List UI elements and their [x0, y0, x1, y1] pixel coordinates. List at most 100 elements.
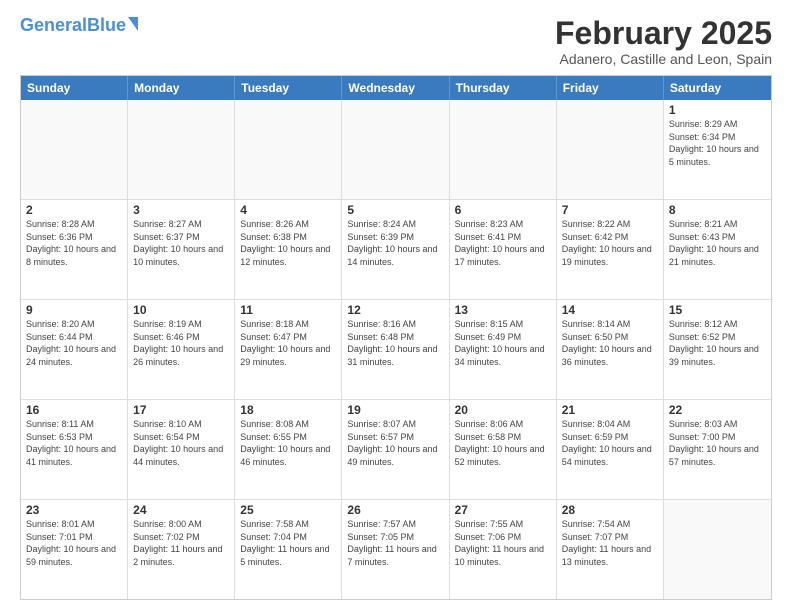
day-number: 6 — [455, 203, 551, 217]
cal-cell: 2Sunrise: 8:28 AM Sunset: 6:36 PM Daylig… — [21, 200, 128, 299]
cal-cell — [664, 500, 771, 599]
day-number: 17 — [133, 403, 229, 417]
cal-cell: 12Sunrise: 8:16 AM Sunset: 6:48 PM Dayli… — [342, 300, 449, 399]
day-number: 15 — [669, 303, 766, 317]
cal-cell: 27Sunrise: 7:55 AM Sunset: 7:06 PM Dayli… — [450, 500, 557, 599]
day-number: 20 — [455, 403, 551, 417]
day-number: 27 — [455, 503, 551, 517]
cal-cell: 24Sunrise: 8:00 AM Sunset: 7:02 PM Dayli… — [128, 500, 235, 599]
header-day-saturday: Saturday — [664, 76, 771, 100]
cal-cell: 4Sunrise: 8:26 AM Sunset: 6:38 PM Daylig… — [235, 200, 342, 299]
day-number: 23 — [26, 503, 122, 517]
cal-cell: 19Sunrise: 8:07 AM Sunset: 6:57 PM Dayli… — [342, 400, 449, 499]
day-number: 4 — [240, 203, 336, 217]
day-info: Sunrise: 8:27 AM Sunset: 6:37 PM Dayligh… — [133, 218, 229, 268]
header-day-friday: Friday — [557, 76, 664, 100]
day-info: Sunrise: 8:29 AM Sunset: 6:34 PM Dayligh… — [669, 118, 766, 168]
day-info: Sunrise: 8:26 AM Sunset: 6:38 PM Dayligh… — [240, 218, 336, 268]
calendar: SundayMondayTuesdayWednesdayThursdayFrid… — [20, 75, 772, 600]
cal-cell: 10Sunrise: 8:19 AM Sunset: 6:46 PM Dayli… — [128, 300, 235, 399]
cal-row-4: 23Sunrise: 8:01 AM Sunset: 7:01 PM Dayli… — [21, 499, 771, 599]
logo-text: GeneralBlue — [20, 16, 126, 34]
page: GeneralBlue February 2025 Adanero, Casti… — [0, 0, 792, 612]
cal-cell: 9Sunrise: 8:20 AM Sunset: 6:44 PM Daylig… — [21, 300, 128, 399]
day-number: 21 — [562, 403, 658, 417]
day-number: 16 — [26, 403, 122, 417]
day-info: Sunrise: 8:18 AM Sunset: 6:47 PM Dayligh… — [240, 318, 336, 368]
calendar-body: 1Sunrise: 8:29 AM Sunset: 6:34 PM Daylig… — [21, 100, 771, 599]
cal-cell — [21, 100, 128, 199]
cal-row-3: 16Sunrise: 8:11 AM Sunset: 6:53 PM Dayli… — [21, 399, 771, 499]
day-number: 11 — [240, 303, 336, 317]
day-number: 26 — [347, 503, 443, 517]
cal-cell — [128, 100, 235, 199]
day-number: 12 — [347, 303, 443, 317]
cal-cell: 7Sunrise: 8:22 AM Sunset: 6:42 PM Daylig… — [557, 200, 664, 299]
cal-cell — [342, 100, 449, 199]
day-info: Sunrise: 8:19 AM Sunset: 6:46 PM Dayligh… — [133, 318, 229, 368]
day-info: Sunrise: 8:12 AM Sunset: 6:52 PM Dayligh… — [669, 318, 766, 368]
cal-cell: 23Sunrise: 8:01 AM Sunset: 7:01 PM Dayli… — [21, 500, 128, 599]
day-number: 7 — [562, 203, 658, 217]
cal-cell: 11Sunrise: 8:18 AM Sunset: 6:47 PM Dayli… — [235, 300, 342, 399]
cal-cell — [450, 100, 557, 199]
cal-cell: 25Sunrise: 7:58 AM Sunset: 7:04 PM Dayli… — [235, 500, 342, 599]
day-info: Sunrise: 8:11 AM Sunset: 6:53 PM Dayligh… — [26, 418, 122, 468]
day-number: 19 — [347, 403, 443, 417]
cal-cell: 8Sunrise: 8:21 AM Sunset: 6:43 PM Daylig… — [664, 200, 771, 299]
day-info: Sunrise: 8:20 AM Sunset: 6:44 PM Dayligh… — [26, 318, 122, 368]
day-number: 2 — [26, 203, 122, 217]
day-number: 10 — [133, 303, 229, 317]
day-info: Sunrise: 8:15 AM Sunset: 6:49 PM Dayligh… — [455, 318, 551, 368]
day-number: 22 — [669, 403, 766, 417]
day-info: Sunrise: 7:55 AM Sunset: 7:06 PM Dayligh… — [455, 518, 551, 568]
day-info: Sunrise: 7:57 AM Sunset: 7:05 PM Dayligh… — [347, 518, 443, 568]
day-number: 25 — [240, 503, 336, 517]
cal-cell: 22Sunrise: 8:03 AM Sunset: 7:00 PM Dayli… — [664, 400, 771, 499]
cal-cell: 15Sunrise: 8:12 AM Sunset: 6:52 PM Dayli… — [664, 300, 771, 399]
header-day-monday: Monday — [128, 76, 235, 100]
day-info: Sunrise: 8:23 AM Sunset: 6:41 PM Dayligh… — [455, 218, 551, 268]
cal-cell: 5Sunrise: 8:24 AM Sunset: 6:39 PM Daylig… — [342, 200, 449, 299]
day-number: 14 — [562, 303, 658, 317]
day-number: 28 — [562, 503, 658, 517]
logo-general: General — [20, 15, 87, 35]
cal-cell: 1Sunrise: 8:29 AM Sunset: 6:34 PM Daylig… — [664, 100, 771, 199]
day-info: Sunrise: 8:24 AM Sunset: 6:39 PM Dayligh… — [347, 218, 443, 268]
day-info: Sunrise: 8:00 AM Sunset: 7:02 PM Dayligh… — [133, 518, 229, 568]
header-day-tuesday: Tuesday — [235, 76, 342, 100]
header: GeneralBlue February 2025 Adanero, Casti… — [20, 16, 772, 67]
day-info: Sunrise: 7:54 AM Sunset: 7:07 PM Dayligh… — [562, 518, 658, 568]
day-number: 5 — [347, 203, 443, 217]
day-info: Sunrise: 8:07 AM Sunset: 6:57 PM Dayligh… — [347, 418, 443, 468]
month-title: February 2025 — [555, 16, 772, 51]
cal-cell: 21Sunrise: 8:04 AM Sunset: 6:59 PM Dayli… — [557, 400, 664, 499]
cal-cell: 28Sunrise: 7:54 AM Sunset: 7:07 PM Dayli… — [557, 500, 664, 599]
logo-line: GeneralBlue — [20, 16, 138, 34]
calendar-header: SundayMondayTuesdayWednesdayThursdayFrid… — [21, 76, 771, 100]
day-info: Sunrise: 8:21 AM Sunset: 6:43 PM Dayligh… — [669, 218, 766, 268]
day-number: 8 — [669, 203, 766, 217]
logo-blue: Blue — [87, 15, 126, 35]
logo: GeneralBlue — [20, 16, 138, 34]
day-info: Sunrise: 8:04 AM Sunset: 6:59 PM Dayligh… — [562, 418, 658, 468]
day-number: 3 — [133, 203, 229, 217]
cal-cell: 20Sunrise: 8:06 AM Sunset: 6:58 PM Dayli… — [450, 400, 557, 499]
day-info: Sunrise: 8:03 AM Sunset: 7:00 PM Dayligh… — [669, 418, 766, 468]
day-number: 24 — [133, 503, 229, 517]
cal-cell — [557, 100, 664, 199]
day-info: Sunrise: 8:28 AM Sunset: 6:36 PM Dayligh… — [26, 218, 122, 268]
header-day-wednesday: Wednesday — [342, 76, 449, 100]
cal-cell — [235, 100, 342, 199]
cal-cell: 3Sunrise: 8:27 AM Sunset: 6:37 PM Daylig… — [128, 200, 235, 299]
cal-cell: 26Sunrise: 7:57 AM Sunset: 7:05 PM Dayli… — [342, 500, 449, 599]
cal-cell: 18Sunrise: 8:08 AM Sunset: 6:55 PM Dayli… — [235, 400, 342, 499]
cal-cell: 14Sunrise: 8:14 AM Sunset: 6:50 PM Dayli… — [557, 300, 664, 399]
day-info: Sunrise: 8:22 AM Sunset: 6:42 PM Dayligh… — [562, 218, 658, 268]
cal-row-2: 9Sunrise: 8:20 AM Sunset: 6:44 PM Daylig… — [21, 299, 771, 399]
header-day-sunday: Sunday — [21, 76, 128, 100]
day-info: Sunrise: 8:16 AM Sunset: 6:48 PM Dayligh… — [347, 318, 443, 368]
day-number: 18 — [240, 403, 336, 417]
day-number: 1 — [669, 103, 766, 117]
day-info: Sunrise: 8:14 AM Sunset: 6:50 PM Dayligh… — [562, 318, 658, 368]
